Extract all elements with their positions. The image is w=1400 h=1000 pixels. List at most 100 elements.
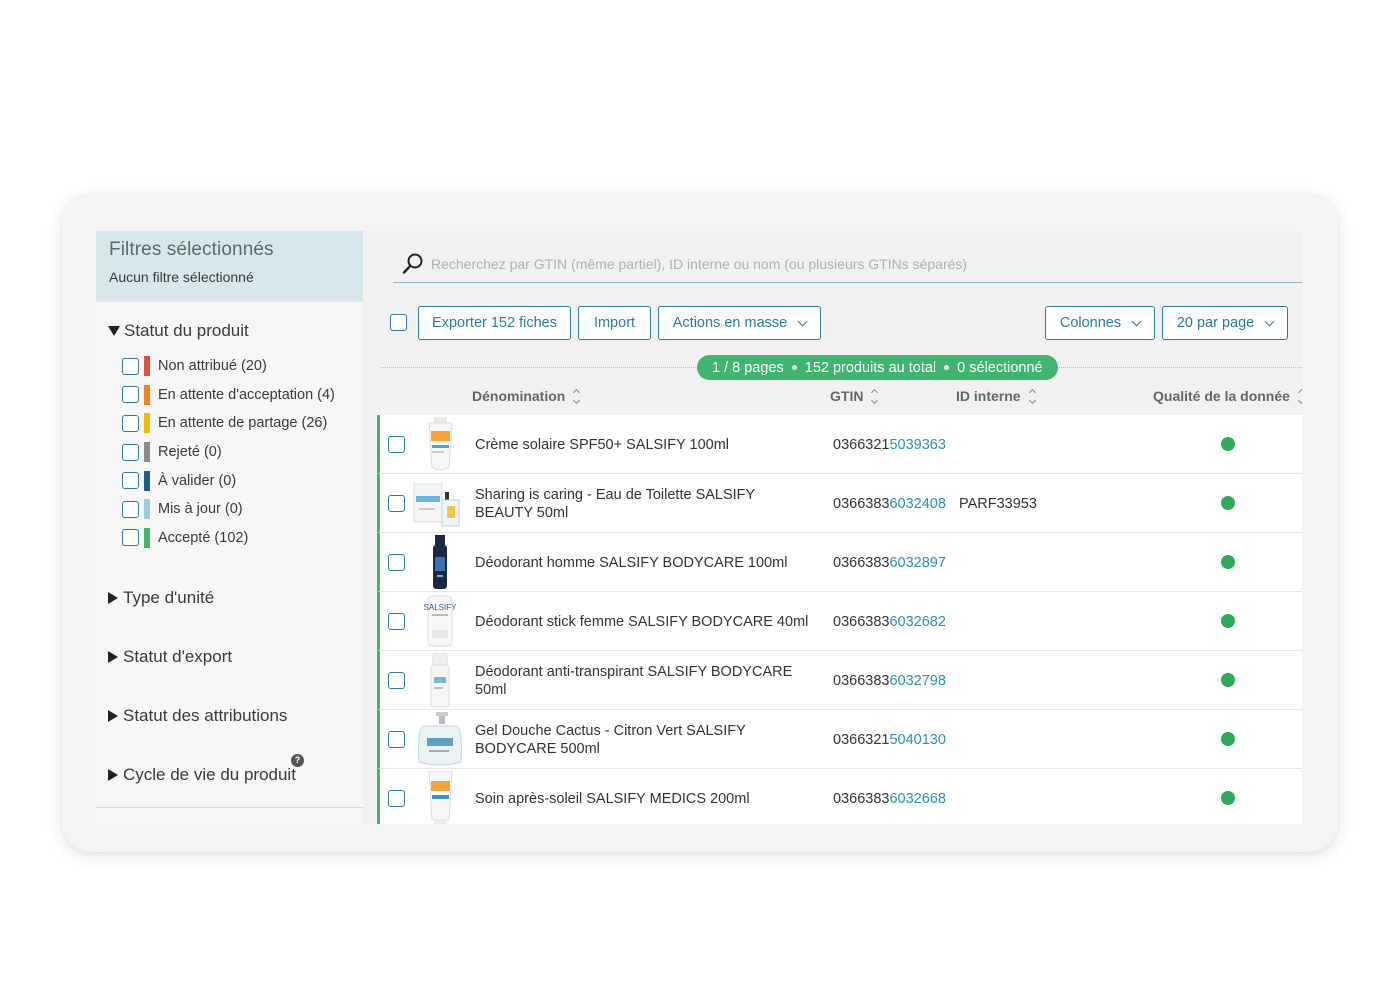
row-checkbox[interactable]: [388, 790, 405, 807]
status-filter-item[interactable]: En attente d'acceptation (4): [122, 381, 335, 410]
product-internal-id: PARF33953: [959, 495, 1037, 512]
gtin-prefix: 0366383: [833, 613, 890, 630]
status-color-swatch: [144, 499, 150, 520]
row-checkbox[interactable]: [388, 436, 405, 453]
status-filter-label: À valider (0): [158, 472, 237, 489]
selected-count: 0 sélectionné: [957, 359, 1043, 376]
row-checkbox[interactable]: [388, 672, 405, 689]
table-row[interactable]: SALSIFY Déodorant stick femme SALSIFY BOD…: [377, 592, 1302, 651]
per-page-dropdown[interactable]: 20 par page: [1162, 306, 1288, 340]
section-title: Statut du produit: [124, 321, 249, 340]
status-filter-checkbox[interactable]: [122, 529, 139, 547]
gtin-suffix: 5040130: [889, 731, 946, 748]
row-checkbox[interactable]: [388, 495, 405, 512]
mass-actions-dropdown[interactable]: Actions en masse: [658, 306, 821, 340]
product-name: Soin après-soleil SALSIFY MEDICS 200ml: [475, 790, 750, 807]
product-name: Déodorant homme SALSIFY BODYCARE 100ml: [475, 554, 788, 571]
product-thumbnail: [411, 770, 469, 824]
gtin-suffix: 5039363: [889, 436, 946, 453]
quality-status-dot: [1221, 673, 1235, 687]
product-table-panel: Exporter 152 fiches Import Actions en ma…: [363, 231, 1302, 824]
section-title: Type d'unité: [123, 588, 215, 607]
section-product-lifecycle[interactable]: Cycle de vie du produit: [108, 765, 296, 785]
search-input[interactable]: [431, 255, 1291, 272]
import-button-label: Import: [593, 315, 636, 331]
sort-icon: [871, 388, 879, 404]
status-filter-label: En attente d'acceptation (4): [158, 386, 335, 403]
product-thumbnail: [411, 652, 469, 708]
gtin-suffix: 6032408: [889, 495, 946, 512]
status-filter-label: En attente de partage (26): [158, 415, 328, 432]
column-header-name[interactable]: Dénomination: [472, 388, 581, 404]
status-filter-checkbox[interactable]: [122, 357, 139, 375]
columns-dropdown[interactable]: Colonnes: [1045, 306, 1155, 340]
status-filter-label: Non attribué (20): [158, 358, 267, 375]
quality-status-dot: [1221, 496, 1235, 510]
status-filter-checkbox[interactable]: [122, 386, 139, 404]
status-color-swatch: [144, 442, 150, 463]
status-filter-item[interactable]: Accepté (102): [122, 524, 335, 553]
product-table-body: Crème solaire SPF50+ SALSIFY 100ml 036632…: [377, 415, 1302, 824]
gtin-prefix: 0366383: [833, 790, 890, 807]
section-product-status[interactable]: Statut du produit: [108, 321, 249, 341]
quality-status-dot: [1221, 555, 1235, 569]
status-filter-checkbox[interactable]: [122, 443, 139, 461]
column-header-gtin[interactable]: GTIN: [830, 388, 879, 404]
status-filter-checkbox[interactable]: [122, 472, 139, 490]
section-unit-type[interactable]: Type d'unité: [108, 588, 214, 608]
table-row[interactable]: Gel Douche Cactus - Citron Vert SALSIFY …: [377, 710, 1302, 769]
help-icon[interactable]: ?: [291, 754, 304, 767]
column-header-label: ID interne: [956, 388, 1021, 404]
section-title: Cycle de vie du produit: [123, 765, 296, 784]
row-checkbox[interactable]: [388, 613, 405, 630]
filters-sidebar: Filtres sélectionnés Aucun filtre sélect…: [96, 231, 363, 824]
search-icon: [402, 253, 423, 274]
status-filter-checkbox[interactable]: [122, 414, 139, 432]
status-color-swatch: [144, 470, 150, 491]
toolbar: Exporter 152 fiches Import Actions en ma…: [387, 306, 1302, 340]
import-button[interactable]: Import: [578, 306, 651, 340]
export-button-label: Exporter 152 fiches: [432, 315, 557, 331]
caret-right-icon: [108, 710, 118, 722]
product-thumbnail: [411, 535, 469, 590]
svg-text:SALSIFY: SALSIFY: [424, 603, 458, 612]
row-checkbox[interactable]: [388, 731, 405, 748]
row-checkbox[interactable]: [388, 554, 405, 571]
product-gtin: 0366383 6032668: [833, 769, 946, 824]
export-button[interactable]: Exporter 152 fiches: [418, 306, 571, 340]
table-row[interactable]: Crème solaire SPF50+ SALSIFY 100ml 036632…: [377, 415, 1302, 474]
products-total: 152 produits au total: [804, 359, 937, 376]
status-filter-item[interactable]: À valider (0): [122, 466, 335, 495]
section-title: Statut des attributions: [123, 706, 288, 725]
product-gtin: 0366383 6032897: [833, 533, 946, 592]
chevron-down-icon: [797, 316, 808, 326]
status-filter-item[interactable]: Non attribué (20): [122, 352, 335, 381]
product-thumbnail: [411, 417, 469, 472]
gtin-suffix: 6032798: [889, 672, 946, 689]
section-export-status[interactable]: Statut d'export: [108, 647, 232, 667]
select-all-checkbox[interactable]: [390, 314, 407, 331]
column-header-quality[interactable]: Qualité de la donnée: [1153, 388, 1302, 404]
section-assignment-status[interactable]: Statut des attributions: [108, 706, 287, 726]
sort-icon: [1028, 388, 1036, 404]
caret-right-icon: [108, 651, 118, 663]
table-row[interactable]: Soin après-soleil SALSIFY MEDICS 200ml 03…: [377, 769, 1302, 824]
status-filter-item[interactable]: Mis à jour (0): [122, 495, 335, 524]
status-filter-item[interactable]: En attente de partage (26): [122, 409, 335, 438]
status-filter-item[interactable]: Rejeté (0): [122, 438, 335, 467]
status-filter-checkbox[interactable]: [122, 500, 139, 518]
product-gtin: 0366321 5040130: [833, 710, 946, 769]
caret-down-icon: [108, 326, 120, 336]
product-thumbnail: [411, 476, 469, 531]
quality-status-dot: [1221, 437, 1235, 451]
chevron-down-icon: [1264, 316, 1275, 326]
table-row[interactable]: Sharing is caring - Eau de Toilette SALS…: [377, 474, 1302, 533]
table-header: Dénomination GTIN ID interne Qualité de …: [377, 383, 1302, 415]
gtin-suffix: 6032897: [889, 554, 946, 571]
per-page-label: 20 par page: [1176, 315, 1255, 331]
caret-right-icon: [108, 592, 118, 604]
table-row[interactable]: Déodorant anti-transpirant SALSIFY BODYC…: [377, 651, 1302, 710]
product-name: Gel Douche Cactus - Citron Vert SALSIFY …: [475, 722, 746, 757]
column-header-internal-id[interactable]: ID interne: [956, 388, 1036, 404]
table-row[interactable]: Déodorant homme SALSIFY BODYCARE 100ml 03…: [377, 533, 1302, 592]
